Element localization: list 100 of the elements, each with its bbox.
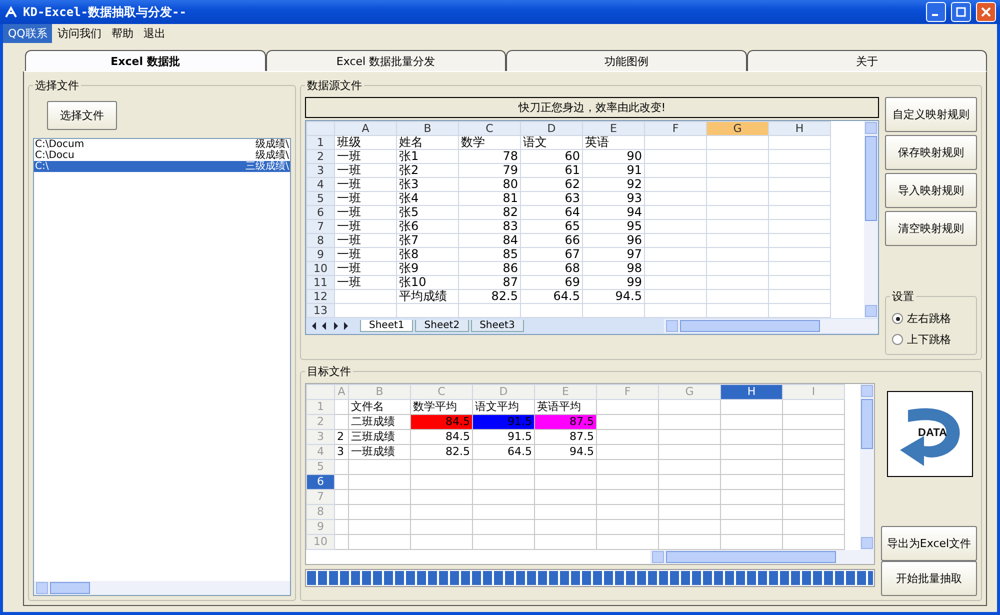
tab[interactable]: 关于 [746,50,987,71]
vertical-scrollbar[interactable] [860,384,874,550]
vertical-scrollbar[interactable] [864,121,878,318]
table-cell: 二班成绩 [348,414,410,430]
row-header[interactable]: 3 [306,164,334,178]
menu-item[interactable]: 退出 [138,24,170,42]
maximize-button[interactable] [951,2,971,22]
table-cell: 张2 [396,164,458,178]
table-cell: 68 [520,262,582,276]
row-header[interactable]: 6 [306,474,334,490]
choose-file-button[interactable]: 选择文件 [47,101,117,130]
table-cell: 94 [582,206,644,220]
column-header[interactable]: A [334,122,396,136]
horizontal-scrollbar[interactable] [34,581,290,595]
menu-item[interactable]: 帮助 [106,24,138,42]
table-cell: 英语 [582,136,644,150]
menu-item[interactable]: QQ联系 [3,24,52,42]
menu-item[interactable]: 访问我们 [52,24,106,42]
table-cell: 64.5 [520,290,582,304]
table-cell: 87 [458,276,520,290]
mapping-rule-button[interactable]: 导入映射规则 [885,173,977,208]
row-header[interactable]: 1 [306,136,334,150]
row-header[interactable]: 10 [306,262,334,276]
table-cell: 87.5 [534,430,596,444]
table-cell: 张4 [396,192,458,206]
file-path-end: 三级成绩\ [246,161,289,172]
table-cell: 张8 [396,248,458,262]
table-cell: 79 [458,164,520,178]
mapping-rule-button[interactable]: 保存映射规则 [885,135,977,170]
table-cell: 张9 [396,262,458,276]
column-header[interactable]: C [458,122,520,136]
minimize-button[interactable] [926,2,946,22]
table-cell: 文件名 [348,400,410,414]
horizontal-scrollbar[interactable] [664,319,878,333]
file-path-start: C:\Docu [35,150,74,161]
radio-label: 上下跳格 [907,332,951,347]
table-cell: 64 [520,206,582,220]
tab[interactable]: 功能图例 [506,50,746,71]
action-button[interactable]: 导出为Excel文件 [881,526,977,561]
close-button[interactable] [976,2,996,22]
row-header[interactable]: 7 [306,220,334,234]
row-header[interactable]: 5 [306,192,334,206]
table-cell: 一班 [334,220,396,234]
table-cell: 94.5 [534,444,596,460]
file-list-item[interactable]: C:\Docu 级成绩\ [34,150,290,161]
column-header[interactable]: H [768,122,830,136]
file-path-start: C:\Docum [35,139,84,150]
table-cell: 84.5 [410,430,472,444]
action-button[interactable]: 开始批量抽取 [881,561,977,596]
radio-button[interactable] [892,334,903,345]
table-cell: 张3 [396,178,458,192]
table-cell: 61 [520,164,582,178]
row-header[interactable]: 6 [306,206,334,220]
tab[interactable]: Excel 数据批 [25,50,266,71]
table-cell: 平均成绩 [396,290,458,304]
radio-button[interactable] [892,313,903,324]
column-header[interactable]: F [644,122,706,136]
sheet-tab[interactable]: Sheet3 [470,320,524,332]
sheet-tab[interactable]: Sheet2 [415,320,469,332]
data-logo: DATA [887,391,973,477]
table-cell: 60 [520,150,582,164]
file-path-end: 级成绩\ [256,139,289,150]
row-header[interactable]: 11 [306,276,334,290]
column-header[interactable]: E [582,122,644,136]
row-header[interactable]: 9 [306,248,334,262]
row-header[interactable]: 4 [306,178,334,192]
table-cell: 65 [520,220,582,234]
sheet-tab[interactable]: Sheet1 [360,320,414,332]
table-cell: 69 [520,276,582,290]
window-title: KD-Excel-数据抽取与分发-- [23,4,188,20]
row-header[interactable]: 8 [306,234,334,248]
table-cell: 一班 [334,164,396,178]
table-cell: 一班成绩 [348,444,410,460]
table-cell: 90 [582,150,644,164]
table-cell: 张10 [396,276,458,290]
table-cell: 82.5 [458,290,520,304]
horizontal-scrollbar[interactable] [650,550,874,564]
table-cell: 80 [458,178,520,192]
column-header[interactable]: D [520,122,582,136]
table-cell: 62 [520,178,582,192]
table-cell: 一班 [334,206,396,220]
table-cell: 张6 [396,220,458,234]
mapping-rule-button[interactable]: 清空映射规则 [885,211,977,246]
group-title: 数据源文件 [306,78,363,93]
row-header[interactable]: 13 [306,304,334,318]
mapping-rule-button[interactable]: 自定义映射规则 [885,97,977,132]
row-header[interactable]: 2 [306,150,334,164]
table-cell: 66 [520,234,582,248]
file-list-item[interactable]: C:\Docum 级成绩\ [34,139,290,150]
row-header[interactable]: 12 [306,290,334,304]
table-cell: 96 [582,234,644,248]
tab[interactable]: Excel 数据批量分发 [266,50,506,71]
table-cell: 85 [458,248,520,262]
file-list-item[interactable]: C:\ 三级成绩\ [34,161,290,172]
column-header[interactable]: G [706,122,768,136]
table-cell: 91 [582,164,644,178]
table-cell: 93 [582,192,644,206]
column-header[interactable]: B [396,122,458,136]
table-cell: 78 [458,150,520,164]
column-header[interactable]: H [720,384,782,400]
